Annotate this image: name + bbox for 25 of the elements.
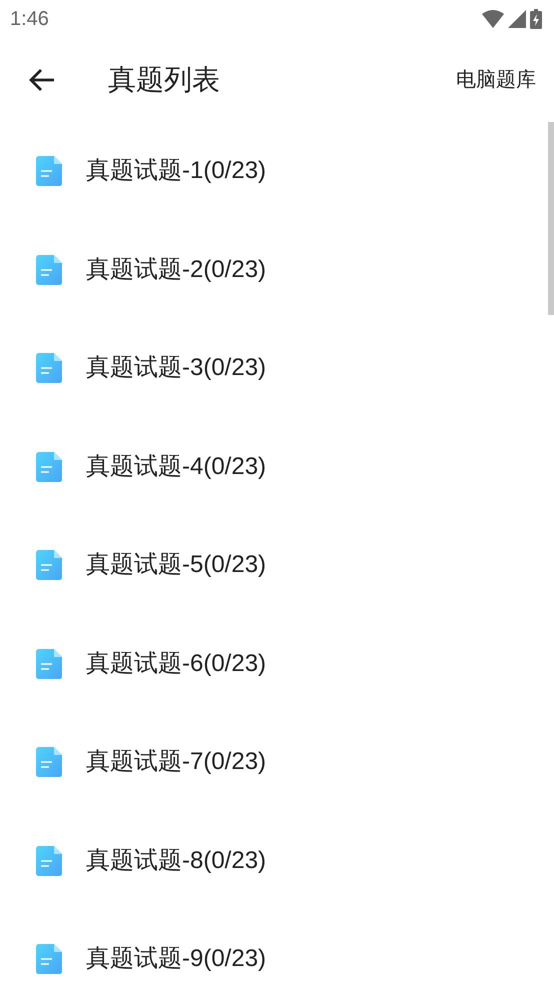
signal-icon	[508, 10, 526, 28]
computer-question-bank-link[interactable]: 电脑题库	[456, 65, 536, 95]
exam-item[interactable]: 真题试题-4(0/23)	[86, 448, 266, 485]
back-button[interactable]	[28, 68, 56, 92]
document-icon	[36, 353, 62, 384]
exam-item[interactable]: 真题试题-2(0/23)	[86, 252, 266, 288]
document-icon	[36, 648, 62, 679]
exam-item[interactable]: 真题试题-8(0/23)	[86, 842, 266, 879]
document-icon	[36, 550, 62, 580]
battery-icon	[530, 9, 542, 29]
exam-item[interactable]: 真题试题-5(0/23)	[86, 547, 266, 584]
document-icon	[36, 846, 62, 876]
exam-item[interactable]: 真题试题-1(0/23)	[86, 153, 266, 190]
status-time: 1:46	[10, 7, 49, 32]
document-icon	[36, 747, 62, 778]
document-icon	[36, 254, 62, 285]
page-title: 真题列表	[108, 63, 220, 97]
document-icon	[36, 452, 62, 482]
exam-item[interactable]: 真题试题-9(0/23)	[86, 941, 266, 978]
document-icon	[36, 944, 62, 974]
wifi-icon	[482, 10, 504, 28]
exam-item[interactable]: 真题试题-3(0/23)	[86, 350, 266, 386]
exam-item[interactable]: 真题试题-6(0/23)	[86, 646, 266, 682]
document-icon	[36, 156, 62, 186]
exam-item[interactable]: 真题试题-7(0/23)	[86, 744, 266, 780]
